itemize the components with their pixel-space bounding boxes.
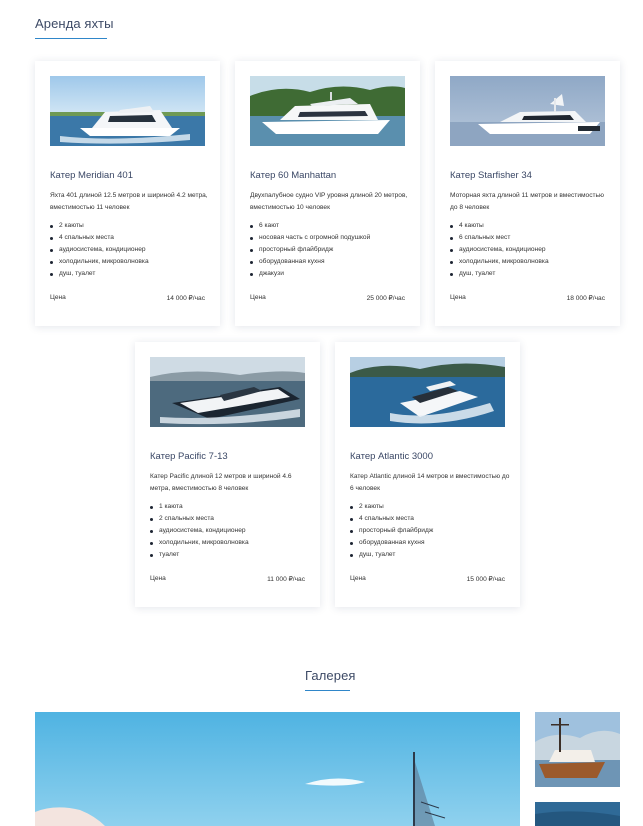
yacht-features-list: 6 кают носовая часть с огромной подушкой… — [250, 220, 370, 280]
feature-item: аудиосистема, кондиционер — [450, 244, 549, 256]
yacht-title[interactable]: Катер Pacific 7-13 — [150, 451, 228, 462]
price-label: Цена — [450, 294, 466, 301]
yacht-features-list: 2 каюты 4 спальных места просторный флай… — [350, 501, 433, 561]
feature-item: аудиосистема, кондиционер — [150, 525, 249, 537]
price-label: Цена — [50, 294, 66, 301]
price-value: 14 000 ₽/час — [166, 295, 205, 302]
title-underline — [35, 38, 107, 39]
feature-item: холодильник, микроволновка — [150, 537, 249, 549]
feature-item: оборудованная кухня — [250, 256, 370, 268]
feature-item: 4 спальных места — [350, 513, 433, 525]
price-label: Цена — [150, 575, 166, 582]
yacht-description: Моторная яхта длиной 11 метров и вместим… — [450, 192, 604, 211]
feature-item: 1 каюта — [150, 501, 249, 513]
feature-item: холодильник, микроволновка — [450, 256, 549, 268]
feature-item: джакузи — [250, 268, 370, 280]
yacht-description: Двухпалубное судно VIP уровня длиной 20 … — [250, 192, 408, 211]
yacht-title[interactable]: Катер 60 Manhattan — [250, 170, 336, 181]
price-value: 11 000 ₽/час — [267, 576, 305, 583]
yacht-features-list: 4 каюты 6 спальных мест аудиосистема, ко… — [450, 220, 549, 280]
feature-item: оборудованная кухня — [350, 537, 433, 549]
price-label: Цена — [250, 294, 266, 301]
yacht-photo[interactable] — [150, 357, 305, 427]
feature-item: 6 кают — [250, 220, 370, 232]
yacht-photo[interactable] — [350, 357, 505, 427]
yacht-photo[interactable] — [250, 76, 405, 146]
feature-item: 2 спальных места — [150, 513, 249, 525]
rental-section-title: Аренда яхты — [35, 16, 114, 39]
feature-item: 2 каюты — [50, 220, 149, 232]
yacht-title[interactable]: Катер Starfisher 34 — [450, 170, 532, 181]
price-label: Цена — [350, 575, 366, 582]
feature-item: холодильник, микроволновка — [50, 256, 149, 268]
yacht-title[interactable]: Катер Atlantic 3000 — [350, 451, 433, 462]
yacht-description: Катер Pacific длиной 12 метров и шириной… — [150, 473, 292, 492]
gallery-section-title: Галерея — [305, 668, 356, 691]
yacht-features-list: 1 каюта 2 спальных места аудиосистема, к… — [150, 501, 249, 561]
gallery-thumbnail[interactable] — [535, 712, 620, 787]
feature-item: туалет — [150, 549, 249, 561]
title-underline — [305, 690, 350, 691]
gallery-thumbnail[interactable] — [535, 802, 620, 826]
gallery-main-image[interactable] — [35, 712, 520, 826]
yacht-description: Яхта 401 длиной 12.5 метров и шириной 4.… — [50, 192, 208, 211]
feature-item: душ, туалет — [350, 549, 433, 561]
feature-item: 4 спальных места — [50, 232, 149, 244]
feature-item: аудиосистема, кондиционер — [50, 244, 149, 256]
yacht-title[interactable]: Катер Meridian 401 — [50, 170, 133, 181]
yacht-card[interactable]: Катер Atlantic 3000 Катер Atlantic длино… — [335, 342, 520, 607]
yacht-photo[interactable] — [50, 76, 205, 146]
yacht-card[interactable]: Катер Meridian 401 Яхта 401 длиной 12.5 … — [35, 61, 220, 326]
feature-item: 6 спальных мест — [450, 232, 549, 244]
yacht-card[interactable]: Катер Pacific 7-13 Катер Pacific длиной … — [135, 342, 320, 607]
yacht-description: Катер Atlantic длиной 14 метров и вмести… — [350, 473, 510, 492]
yacht-features-list: 2 каюты 4 спальных места аудиосистема, к… — [50, 220, 149, 280]
price-value: 25 000 ₽/час — [366, 295, 405, 302]
feature-item: 4 каюты — [450, 220, 549, 232]
feature-item: душ, туалет — [450, 268, 549, 280]
feature-item: душ, туалет — [50, 268, 149, 280]
price-value: 18 000 ₽/час — [566, 295, 605, 302]
feature-item: просторный флайбридж — [250, 244, 370, 256]
feature-item: носовая часть с огромной подушкой — [250, 232, 370, 244]
yacht-photo[interactable] — [450, 76, 605, 146]
yacht-card[interactable]: Катер Starfisher 34 Моторная яхта длиной… — [435, 61, 620, 326]
yacht-card[interactable]: Катер 60 Manhattan Двухпалубное судно VI… — [235, 61, 420, 326]
gallery-section-title-text: Галерея — [305, 668, 356, 683]
price-value: 15 000 ₽/час — [466, 576, 505, 583]
feature-item: просторный флайбридж — [350, 525, 433, 537]
rental-section-title-text: Аренда яхты — [35, 16, 114, 31]
feature-item: 2 каюты — [350, 501, 433, 513]
